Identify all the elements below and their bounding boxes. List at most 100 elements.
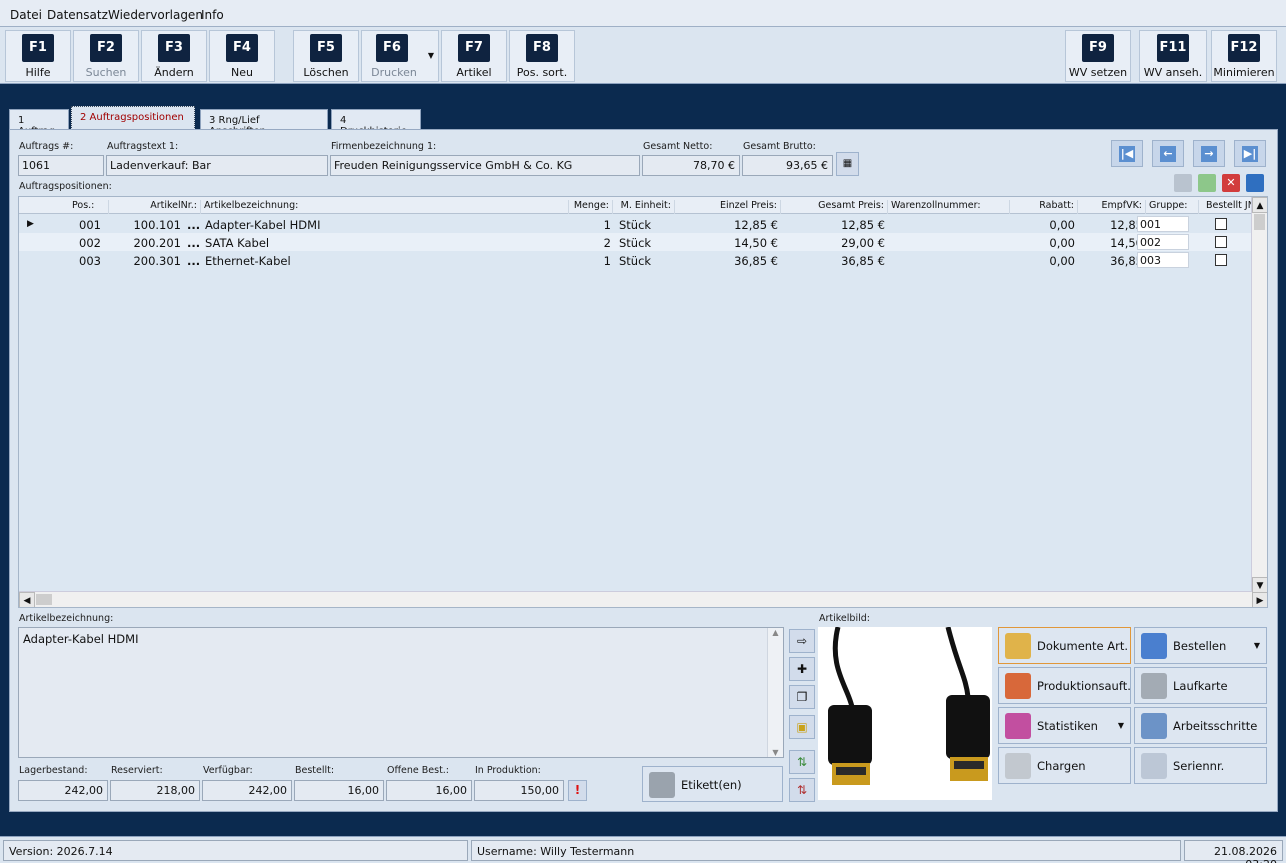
ordered-checkbox[interactable]	[1215, 218, 1227, 230]
sort-positions-button[interactable]: F8 Pos. sort.	[509, 30, 575, 82]
warning-icon[interactable]: !	[568, 780, 587, 801]
col-rabatt[interactable]: Rabatt:	[1010, 200, 1078, 214]
help-button[interactable]: F1 Hilfe	[5, 30, 71, 82]
lock-icon[interactable]: ▣	[789, 715, 815, 739]
batches-button[interactable]: Chargen	[998, 747, 1131, 784]
horizontal-scrollbar[interactable]: ◀ ▶	[19, 591, 1267, 607]
tab-auftrag[interactable]: 1 Auftrag	[9, 109, 69, 137]
set-reminder-button[interactable]: F9 WV setzen	[1065, 30, 1131, 82]
copy-icon[interactable]: ❐	[789, 685, 815, 709]
scroll-down-icon[interactable]: ▼	[1252, 577, 1267, 593]
col-einheit[interactable]: M. Einheit:	[613, 200, 675, 214]
article-image-label: Artikelbild:	[819, 613, 870, 624]
chevron-down-icon[interactable]: ▼	[1254, 641, 1260, 650]
company-field[interactable]: Freuden Reinigungsservice GmbH & Co. KG	[330, 155, 640, 176]
paste-icon[interactable]: ⇨	[789, 629, 815, 653]
last-record-button[interactable]: ▶|	[1234, 140, 1266, 167]
tab-auftragspositionen[interactable]: 2 Auftragspositionen	[71, 106, 195, 130]
group-field[interactable]: 003	[1137, 252, 1189, 268]
col-pos[interactable]: Pos.:	[69, 200, 109, 214]
toolbar: F1 Hilfe F2 Suchen F3 Ändern F4 Neu F5 Lösche…	[0, 27, 1286, 84]
net-total-field: 78,70 €	[642, 155, 740, 176]
col-empf[interactable]: EmpfVK:	[1078, 200, 1146, 214]
menu-info[interactable]: Info	[201, 8, 224, 22]
ordered-checkbox[interactable]	[1215, 254, 1227, 266]
view-reminder-button[interactable]: F11 WV anseh.	[1139, 30, 1207, 82]
row-selector-icon: ▶	[27, 219, 34, 229]
datetime-text: 21.08.2026 03:20	[1184, 840, 1283, 863]
company-label: Firmenbezeichnung 1:	[331, 141, 437, 152]
col-zoll[interactable]: Warenzollnummer:	[888, 200, 1010, 214]
statistics-button[interactable]: Statistiken ▼	[998, 707, 1131, 744]
gross-total-label: Gesamt Brutto:	[743, 141, 816, 152]
printer-icon[interactable]	[1174, 174, 1192, 192]
calculator-icon[interactable]: ▦	[836, 152, 859, 176]
tab-druckhistorie[interactable]: 4 Druckhistorie	[331, 109, 421, 137]
username-text: Username: Willy Testermann	[471, 840, 1181, 861]
print-button[interactable]: F6 Drucken ▼	[361, 30, 439, 82]
delete-button[interactable]: F5 Löschen	[293, 30, 359, 82]
table-row[interactable]: 003 200.301 ... Ethernet-Kabel 1 Stück 3…	[19, 251, 1252, 269]
minimize-button[interactable]: F12 Minimieren	[1211, 30, 1277, 82]
serial-numbers-button[interactable]: Seriennr.	[1134, 747, 1267, 784]
ordered-checkbox[interactable]	[1215, 236, 1227, 248]
col-menge[interactable]: Menge:	[569, 200, 613, 214]
scroll-up-icon[interactable]: ▲	[768, 628, 783, 637]
menu-wiedervorlagen[interactable]: Wiedervorlagen	[108, 8, 203, 22]
order-text-label: Auftragstext 1:	[107, 141, 179, 152]
tab-anschriften[interactable]: 3 Rng/Lief Anschriften	[200, 109, 328, 137]
available-label: Verfügbar:	[203, 765, 253, 776]
production-order-button[interactable]: Produktionsauft.	[998, 667, 1131, 704]
scroll-thumb[interactable]	[1254, 214, 1265, 230]
delete-row-icon[interactable]: ✕	[1222, 174, 1240, 192]
order-text-field[interactable]: Ladenverkauf: Bar	[106, 155, 328, 176]
col-gruppe[interactable]: Gruppe:	[1146, 200, 1199, 214]
in-production-field: 150,00	[474, 780, 564, 801]
table-row[interactable]: 002 200.201 ... SATA Kabel 2 Stück 14,50…	[19, 233, 1252, 251]
routing-card-button[interactable]: Laufkarte	[1134, 667, 1267, 704]
scroll-thumb[interactable]	[36, 594, 52, 605]
positions-grid[interactable]: Pos.: ArtikelNr.: Artikelbezeichnung: Me…	[18, 196, 1268, 608]
sort-up-icon[interactable]: ⇅	[789, 750, 815, 774]
chevron-down-icon[interactable]: ▼	[1118, 721, 1124, 730]
next-record-button[interactable]: →	[1193, 140, 1225, 167]
col-einzel[interactable]: Einzel Preis:	[675, 200, 781, 214]
work-steps-button[interactable]: Arbeitsschritte	[1134, 707, 1267, 744]
table-row[interactable]: ▶ 001 100.101 ... Adapter-Kabel HDMI 1 S…	[19, 215, 1252, 233]
search-button[interactable]: F2 Suchen	[73, 30, 139, 82]
arrow-right-icon: →	[1201, 146, 1217, 162]
open-orders-label: Offene Best.:	[387, 765, 450, 776]
article-desc-label: Artikelbezeichnung:	[19, 613, 114, 624]
scroll-up-icon[interactable]: ▲	[1252, 197, 1267, 213]
label-print-button[interactable]: Etikett(en)	[642, 766, 783, 802]
lookup-button[interactable]: ...	[187, 236, 200, 250]
save-icon[interactable]	[1246, 174, 1264, 192]
first-record-button[interactable]: |◀	[1111, 140, 1143, 167]
vertical-scrollbar[interactable]: ▲ ▼	[1251, 197, 1267, 593]
col-gesamt[interactable]: Gesamt Preis:	[781, 200, 888, 214]
col-bez[interactable]: Artikelbezeichnung:	[201, 200, 569, 214]
prev-record-button[interactable]: ←	[1152, 140, 1184, 167]
scroll-left-icon[interactable]: ◀	[19, 592, 35, 607]
lookup-button[interactable]: ...	[187, 254, 200, 268]
menu-datei[interactable]: Datei	[10, 8, 42, 22]
lookup-button[interactable]: ...	[187, 218, 200, 232]
group-field[interactable]: 001	[1137, 216, 1189, 232]
add-text-icon[interactable]: ✚	[789, 657, 815, 681]
chevron-down-icon[interactable]: ▼	[428, 51, 434, 60]
scroll-right-icon[interactable]: ▶	[1252, 592, 1267, 607]
col-artnr[interactable]: ArtikelNr.:	[109, 200, 201, 214]
group-field[interactable]: 002	[1137, 234, 1189, 250]
documents-button[interactable]: Dokumente Art.	[998, 627, 1131, 664]
article-button[interactable]: F7 Artikel	[441, 30, 507, 82]
menu-datensatz[interactable]: Datensatz	[47, 8, 108, 22]
desc-scrollbar[interactable]: ▲ ▼	[767, 628, 783, 757]
new-button[interactable]: F4 Neu	[209, 30, 275, 82]
scroll-down-icon[interactable]: ▼	[768, 748, 783, 757]
article-desc-field[interactable]: Adapter-Kabel HDMI ▲ ▼	[18, 627, 784, 758]
order-number-field[interactable]: 1061	[18, 155, 104, 176]
export-icon[interactable]	[1198, 174, 1216, 192]
sort-down-icon[interactable]: ⇅	[789, 778, 815, 802]
order-button[interactable]: Bestellen ▼	[1134, 627, 1267, 664]
edit-button[interactable]: F3 Ändern	[141, 30, 207, 82]
